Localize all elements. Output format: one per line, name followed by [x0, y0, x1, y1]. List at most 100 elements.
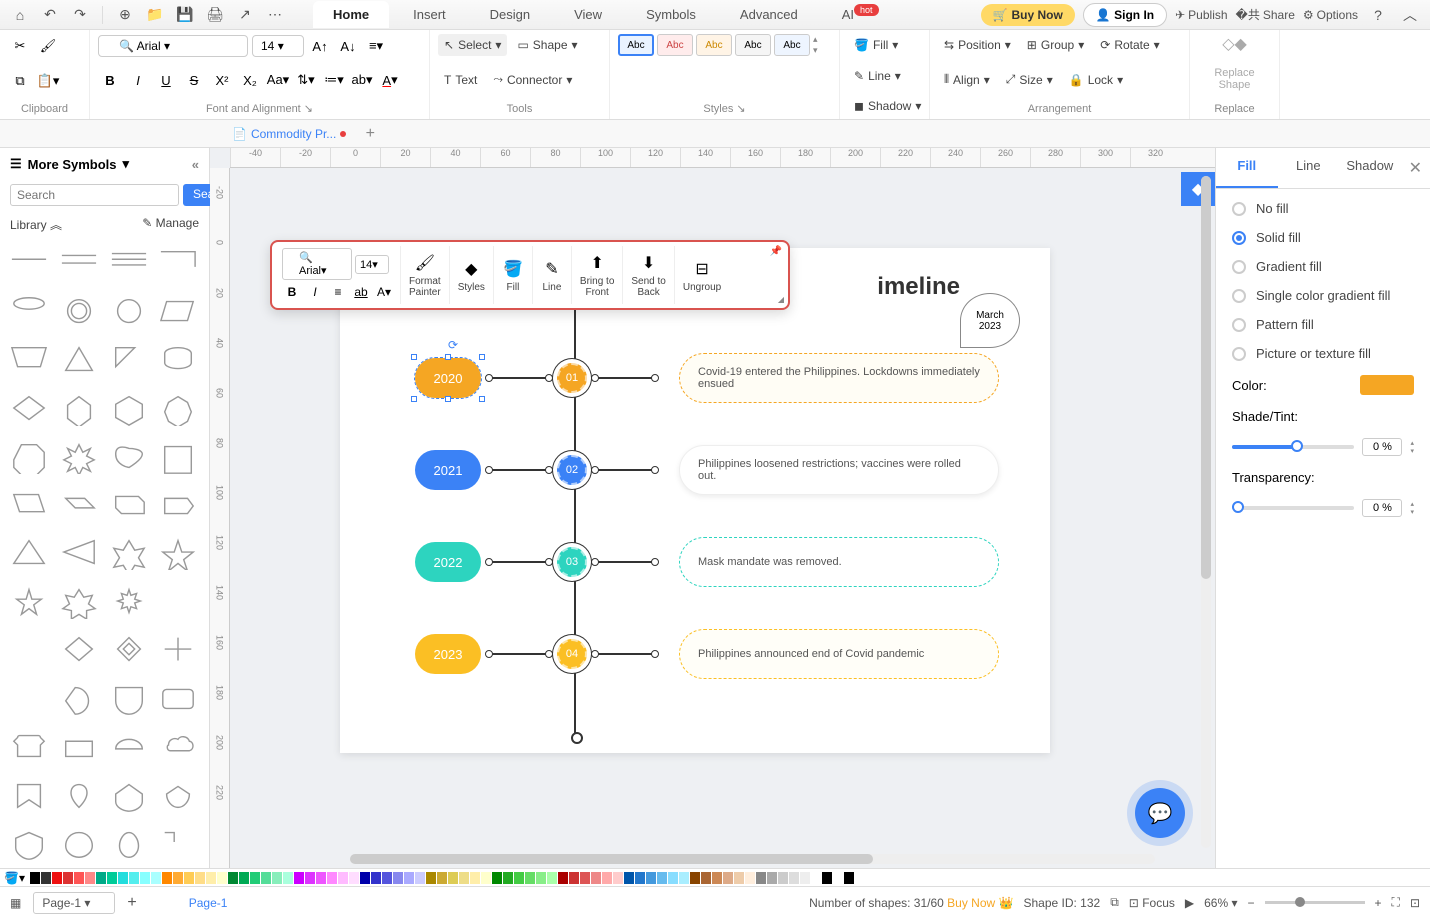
color-chip[interactable] — [371, 872, 381, 884]
color-chip[interactable] — [657, 872, 667, 884]
shape-item[interactable] — [8, 484, 50, 526]
description-box[interactable]: Philippines announced end of Covid pande… — [679, 629, 999, 679]
year-pill[interactable]: 2020⟳ — [415, 358, 481, 398]
ctx-send-back[interactable]: ⬇Send to Back — [623, 246, 674, 304]
radio-single-gradient[interactable]: Single color gradient fill — [1232, 288, 1414, 303]
fill-dropdown[interactable]: 🪣 Fill ▾ — [848, 34, 921, 56]
case-icon[interactable]: Aa▾ — [266, 68, 290, 92]
align-dropdown[interactable]: ⫴ Align▾ — [938, 68, 996, 91]
print-icon[interactable]: 🖨 — [203, 3, 227, 27]
radio-no-fill[interactable]: No fill — [1232, 201, 1414, 216]
undo-icon[interactable]: ↶ — [38, 3, 62, 27]
shape-item[interactable] — [157, 629, 199, 671]
shape-item[interactable] — [157, 484, 199, 526]
color-chip[interactable] — [459, 872, 469, 884]
shape-item[interactable] — [58, 532, 100, 574]
font-color-icon[interactable]: A▾ — [378, 68, 402, 92]
ctx-bold-icon[interactable]: B — [282, 282, 302, 302]
add-page-button[interactable]: + — [127, 894, 136, 912]
shape-item[interactable] — [58, 677, 100, 719]
transparency-slider[interactable] — [1232, 506, 1354, 510]
color-chip[interactable] — [679, 872, 689, 884]
chat-fab[interactable]: 💬 — [1135, 788, 1185, 838]
style-swatch-3[interactable]: Abc — [696, 34, 732, 56]
color-chip[interactable] — [162, 872, 172, 884]
color-chip[interactable] — [800, 872, 810, 884]
shape-item[interactable] — [58, 243, 100, 285]
shape-item[interactable] — [108, 532, 150, 574]
color-chip[interactable] — [283, 872, 293, 884]
superscript-icon[interactable]: X² — [210, 68, 234, 92]
style-swatch-5[interactable]: Abc — [774, 34, 810, 56]
ctx-font-select[interactable]: 🔍Arial▾ — [282, 248, 352, 280]
shape-item[interactable] — [108, 774, 150, 816]
subscript-icon[interactable]: X₂ — [238, 68, 262, 92]
color-chip[interactable] — [272, 872, 282, 884]
line-spacing-icon[interactable]: ⇅▾ — [294, 68, 318, 92]
description-box[interactable]: Covid-19 entered the Philippines. Lockdo… — [679, 353, 999, 403]
increase-font-icon[interactable]: A↑ — [308, 34, 332, 58]
color-chip[interactable] — [404, 872, 414, 884]
right-tab-shadow[interactable]: Shadow — [1339, 148, 1401, 188]
shape-item[interactable] — [8, 243, 50, 285]
shape-item[interactable] — [58, 388, 100, 430]
shape-item[interactable] — [8, 581, 50, 623]
shape-item[interactable] — [157, 581, 199, 623]
paste-icon[interactable]: 📋▾ — [36, 69, 60, 93]
collapse-ribbon-icon[interactable]: ︿ — [1398, 3, 1422, 27]
page-select[interactable]: Page-1 ▾ — [33, 892, 115, 914]
shape-item[interactable] — [8, 339, 50, 381]
description-box[interactable]: Mask mandate was removed. — [679, 537, 999, 587]
export-icon[interactable]: ↗ — [233, 3, 257, 27]
copy-icon[interactable]: ⧉ — [8, 69, 32, 93]
color-chip[interactable] — [217, 872, 227, 884]
color-chip[interactable] — [52, 872, 62, 884]
color-chip[interactable] — [635, 872, 645, 884]
color-chip[interactable] — [195, 872, 205, 884]
color-chip[interactable] — [393, 872, 403, 884]
new-icon[interactable]: ⊕ — [113, 3, 137, 27]
color-chip[interactable] — [756, 872, 766, 884]
highlight-icon[interactable]: ab▾ — [350, 68, 374, 92]
color-chip[interactable] — [184, 872, 194, 884]
sign-in-button[interactable]: 👤 Sign In — [1083, 3, 1167, 27]
tab-advanced[interactable]: Advanced — [720, 1, 818, 28]
color-chip[interactable] — [844, 872, 854, 884]
search-input[interactable] — [10, 184, 179, 206]
tab-ai[interactable]: AIhot — [822, 1, 899, 28]
color-chip[interactable] — [580, 872, 590, 884]
color-chip[interactable] — [470, 872, 480, 884]
color-chip[interactable] — [646, 872, 656, 884]
help-icon[interactable]: ? — [1366, 3, 1390, 27]
shape-item[interactable] — [108, 822, 150, 864]
color-picker-icon[interactable]: 🪣▾ — [4, 871, 25, 885]
color-chip[interactable] — [701, 872, 711, 884]
color-chip[interactable] — [668, 872, 678, 884]
align-icon[interactable]: ≡▾ — [364, 34, 388, 58]
ctx-size-select[interactable]: 14▾ — [355, 255, 389, 274]
bullets-icon[interactable]: ≔▾ — [322, 68, 346, 92]
shade-slider[interactable] — [1232, 445, 1354, 449]
ctx-format-painter[interactable]: 🖌Format Painter — [401, 246, 450, 304]
buy-now-button[interactable]: 🛒 Buy Now — [981, 4, 1075, 26]
ctx-fill[interactable]: 🪣Fill — [494, 246, 533, 304]
year-pill[interactable]: 2021 — [415, 450, 481, 490]
color-chip[interactable] — [107, 872, 117, 884]
shadow-dropdown[interactable]: ◼ Shadow ▾ — [848, 95, 921, 117]
color-chip[interactable] — [734, 872, 744, 884]
ctx-align-icon[interactable]: ≡ — [328, 282, 348, 302]
color-chip[interactable] — [503, 872, 513, 884]
shape-item[interactable] — [108, 243, 150, 285]
color-chip[interactable] — [712, 872, 722, 884]
shape-item[interactable] — [157, 291, 199, 333]
color-chip[interactable] — [140, 872, 150, 884]
shape-item[interactable] — [157, 388, 199, 430]
color-chip[interactable] — [690, 872, 700, 884]
rotate-dropdown[interactable]: ⟳ Rotate▾ — [1094, 34, 1165, 56]
share-link[interactable]: �共 Share — [1236, 6, 1295, 23]
strike-icon[interactable]: S — [182, 68, 206, 92]
color-chip[interactable] — [547, 872, 557, 884]
vertical-scrollbar[interactable] — [1201, 176, 1211, 848]
bold-icon[interactable]: B — [98, 68, 122, 92]
color-chip[interactable] — [723, 872, 733, 884]
